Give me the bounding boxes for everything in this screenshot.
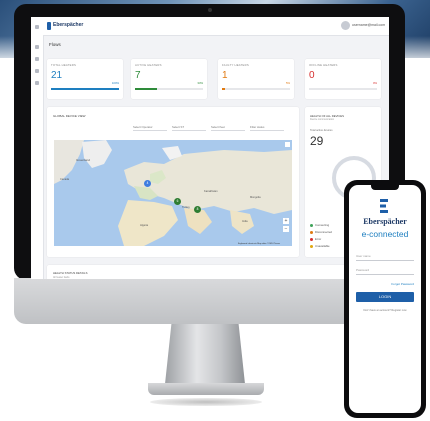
legend-dot xyxy=(310,230,313,234)
sidebar xyxy=(31,17,44,279)
map-label: Greenland xyxy=(76,158,91,162)
stat-progress-fill xyxy=(222,88,226,90)
stat-value: 1 xyxy=(222,70,228,81)
total-devices-value: 29 xyxy=(310,134,324,148)
legend-label: Unavailable xyxy=(315,244,330,248)
stat-card-total: TOTAL HEATERS 21 100% xyxy=(47,59,123,99)
sidebar-item-devices-icon[interactable] xyxy=(35,57,39,61)
health-status-details-card: HEALTH STATUS DETAILS All heater faults xyxy=(47,265,381,279)
stat-progress-track xyxy=(222,88,290,90)
user-email[interactable]: username@mail.com xyxy=(352,23,385,27)
topbar: Eberspächer username@mail.com xyxy=(43,17,389,36)
map-attribution: Keyboard shortcuts Map data ©2024 Terms xyxy=(237,243,280,245)
device-map[interactable]: Greenland Canada Kazakhstan Turkey India… xyxy=(54,140,292,246)
map-label: India xyxy=(242,220,248,223)
stat-progress-fill xyxy=(51,88,119,90)
stat-value: 0 xyxy=(309,70,315,81)
fullscreen-icon[interactable] xyxy=(285,142,290,147)
monitor-camera xyxy=(208,8,212,12)
login-button[interactable]: LOGIN xyxy=(356,292,414,302)
details-card-subtitle: All heater faults xyxy=(53,276,70,279)
stat-card-active: ACTIVE HEATERS 7 33% xyxy=(131,59,207,99)
map-label: Kazakhstan xyxy=(204,190,218,193)
password-input[interactable]: Password xyxy=(356,265,414,275)
map-cluster-marker[interactable]: 4 xyxy=(144,180,151,187)
map-cluster-marker[interactable]: 8 xyxy=(194,206,201,213)
sidebar-item-dashboard-icon[interactable] xyxy=(35,45,39,49)
stat-percent: 33% xyxy=(197,81,203,85)
stat-card-faulty: FAULTY HEATERS 1 5% xyxy=(218,59,294,99)
total-devices-label: Total active devices xyxy=(310,129,333,132)
stat-label: FAULTY HEATERS xyxy=(222,63,249,67)
stat-label: ACTIVE HEATERS xyxy=(135,63,162,67)
phone-login-screen: Eberspächer e-connected User name Passwo… xyxy=(349,185,421,413)
stat-value: 7 xyxy=(135,70,141,81)
stat-progress-track xyxy=(51,88,119,90)
dashboard-screen: Eberspächer username@mail.com Flows TOTA… xyxy=(31,17,389,279)
phone-device: Eberspächer e-connected User name Passwo… xyxy=(344,180,426,418)
stat-label: OFFLINE HEATERS xyxy=(309,63,338,67)
forgot-password-link[interactable]: Forgot Password xyxy=(391,282,414,286)
map-cluster-marker[interactable]: 6 xyxy=(174,198,181,205)
phone-notch xyxy=(371,185,399,190)
legend-dot xyxy=(310,237,313,241)
legend-item-unavailable: Unavailable xyxy=(310,244,330,248)
brand-logo-icon xyxy=(380,199,388,213)
zoom-out-button[interactable]: − xyxy=(283,226,289,232)
stat-progress-track xyxy=(135,88,203,90)
filter-status-select[interactable]: Filter status xyxy=(250,125,284,131)
sidebar-item-map-icon[interactable] xyxy=(35,69,39,73)
map-label: Algeria xyxy=(140,224,149,227)
stat-progress-track xyxy=(309,88,377,90)
register-link[interactable]: Don't have an account? Register now xyxy=(349,309,421,312)
legend-dot xyxy=(310,244,313,248)
phone-brand-name: Eberspächer xyxy=(363,217,407,226)
stat-percent: 100% xyxy=(111,81,119,85)
monitor-stand-base xyxy=(148,383,264,395)
filter-fleet-select[interactable]: Select fleet xyxy=(211,125,245,131)
phone-product-name: e-connected xyxy=(361,229,409,239)
legend-item-connecting: Connecting xyxy=(310,223,329,227)
monitor-stand xyxy=(165,324,245,384)
filter-operator-select[interactable]: Select Operator xyxy=(133,125,167,131)
global-device-view-card: GLOBAL DEVICE VIEW Select Operator Selec… xyxy=(47,107,299,257)
map-label: Turkey xyxy=(182,206,190,209)
legend-label: Disconnected xyxy=(315,230,332,234)
details-card-title: HEALTH STATUS DETAILS xyxy=(53,271,88,275)
filter-st-select[interactable]: Select ST xyxy=(172,125,206,131)
page-title: Flows xyxy=(49,42,61,47)
stat-percent: 5% xyxy=(285,81,290,85)
map-label: Mongolia xyxy=(250,196,261,199)
brand-logo-icon xyxy=(47,22,51,30)
stat-value: 21 xyxy=(51,70,63,81)
sidebar-item-settings-icon[interactable] xyxy=(35,81,39,85)
legend-label: Connecting xyxy=(315,223,330,227)
legend-label: Error xyxy=(315,237,322,241)
stat-label: TOTAL HEATERS xyxy=(51,63,77,67)
map-card-title: GLOBAL DEVICE VIEW xyxy=(53,114,86,118)
username-input[interactable]: User name xyxy=(356,251,414,261)
avatar[interactable] xyxy=(341,21,350,30)
map-land xyxy=(54,140,292,246)
monitor-shadow xyxy=(150,398,262,406)
stat-percent: 0% xyxy=(372,81,377,85)
stat-card-offline: OFFLINE HEATERS 0 0% xyxy=(305,59,381,99)
health-card-subtitle: Device communication xyxy=(310,118,335,121)
legend-item-disconnected: Disconnected xyxy=(310,230,332,234)
legend-item-error: Error xyxy=(310,237,321,241)
legend-dot xyxy=(310,223,313,227)
brand-name: Eberspächer xyxy=(53,22,84,28)
menu-icon[interactable] xyxy=(35,25,39,29)
zoom-in-button[interactable]: + xyxy=(283,218,289,224)
stat-progress-fill xyxy=(135,88,158,90)
map-label: Canada xyxy=(60,178,70,181)
